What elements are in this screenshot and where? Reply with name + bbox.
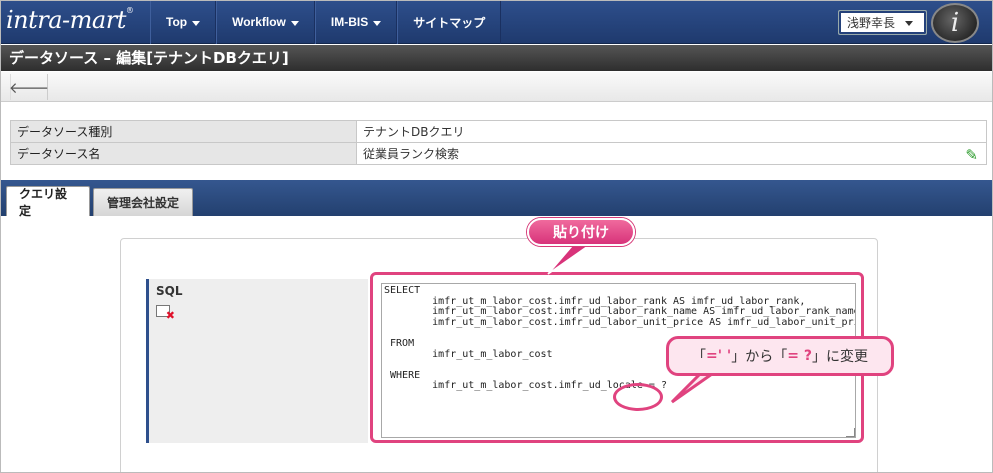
datasource-type-label: データソース種別 [10, 120, 357, 143]
nav-im-bis[interactable]: IM-BIS [314, 0, 398, 44]
clear-icon[interactable]: ✖ [156, 305, 175, 322]
highlight-circle [613, 383, 663, 411]
nav-workflow-label: Workflow [232, 15, 286, 29]
user-menu-button[interactable]: 浅野幸長 [838, 10, 927, 35]
logo-text: intra-mart [6, 6, 126, 34]
chevron-down-icon [192, 20, 201, 26]
chevron-down-icon [905, 21, 914, 26]
table-row: データソース名 従業員ランク検索 ✎ [10, 142, 987, 165]
datasource-name-cell: 従業員ランク検索 ✎ [356, 142, 987, 165]
paste-callout: 貼り付け [527, 218, 635, 246]
nav-sitemap-label: サイトマップ [413, 15, 486, 30]
chevron-down-icon [373, 20, 382, 26]
nav-top[interactable]: Top [150, 0, 217, 44]
info-icon[interactable]: i [931, 3, 979, 43]
sql-label: SQL [156, 284, 183, 298]
main-menu: Top Workflow IM-BIS サイトマップ [150, 0, 502, 44]
toolbar: 🡐 [0, 72, 993, 102]
page-title: データソース – 編集[テナントDBクエリ] [0, 45, 993, 71]
datasource-name-label: データソース名 [10, 142, 357, 165]
datasource-info-table: データソース種別 テナントDBクエリ データソース名 従業員ランク検索 ✎ [10, 120, 987, 165]
table-row: データソース種別 テナントDBクエリ [10, 120, 987, 143]
nav-top-label: Top [166, 15, 188, 29]
change-mid: 」から「 [731, 349, 788, 365]
change-prefix: 「 [692, 349, 707, 365]
change-suffix: 」に変更 [811, 349, 868, 365]
change-callout: 「=' ' 」から「 = ? 」に変更 [666, 336, 894, 376]
tab-bar: クエリ設定 管理会社設定 [0, 180, 993, 218]
tab-query-settings[interactable]: クエリ設定 [6, 186, 90, 218]
intra-mart-logo[interactable]: intra-mart® [6, 6, 134, 34]
tab-management-company-settings[interactable]: 管理会社設定 [93, 188, 193, 216]
datasource-name-value: 従業員ランク検索 [363, 147, 460, 161]
chevron-down-icon [290, 20, 299, 26]
user-name: 浅野幸長 [847, 16, 896, 30]
back-button[interactable]: 🡐 [8, 74, 50, 100]
nav-sitemap[interactable]: サイトマップ [397, 0, 502, 44]
change-to: = ? [787, 348, 812, 364]
top-navigation-bar: intra-mart® Top Workflow IM-BIS サイトマップ 浅… [0, 0, 993, 44]
arrow-left-icon: 🡐 [8, 78, 50, 97]
pencil-icon[interactable]: ✎ [965, 146, 978, 164]
change-from: =' ' [706, 348, 732, 364]
nav-im-bis-label: IM-BIS [330, 15, 369, 29]
nav-workflow[interactable]: Workflow [216, 0, 315, 44]
datasource-type-value: テナントDBクエリ [356, 120, 987, 143]
logo-mark: ® [125, 6, 134, 15]
close-icon: ✖ [165, 309, 175, 322]
